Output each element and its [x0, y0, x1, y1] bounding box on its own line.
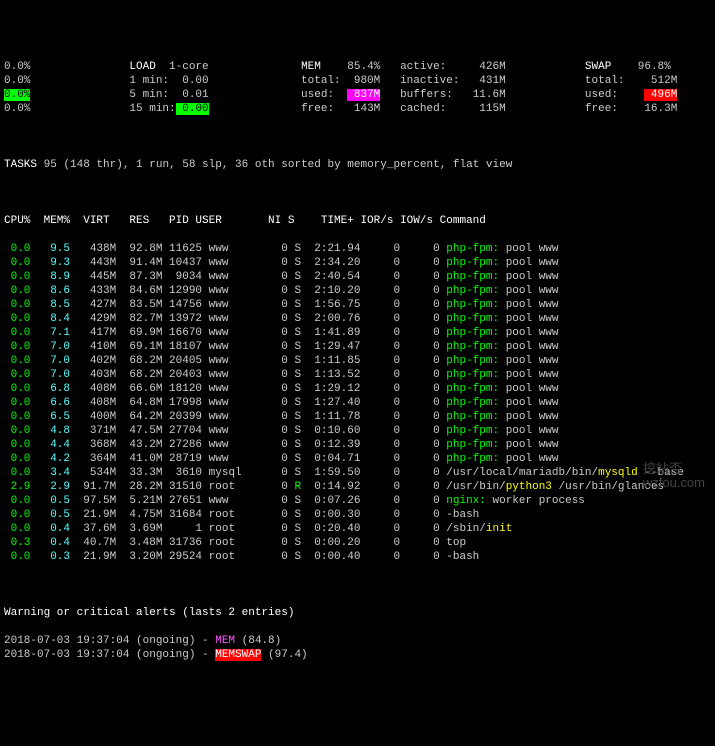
process-row[interactable]: 0.0 7.1 417M 69.9M 16670 www 0 S 1:41.89… — [4, 326, 711, 340]
process-header: CPU% MEM% VIRT RES PID USER NI S TIME+ I… — [4, 214, 711, 228]
process-row[interactable]: 0.3 0.4 40.7M 3.48M 31736 root 0 S 0:00.… — [4, 536, 711, 550]
alert-row: 2018-07-03 19:37:04 (ongoing) - MEM (84.… — [4, 634, 711, 648]
process-row[interactable]: 0.0 0.4 37.6M 3.69M 1 root 0 S 0:20.40 0… — [4, 522, 711, 536]
process-row[interactable]: 0.0 6.6 408M 64.8M 17998 www 0 S 1:27.40… — [4, 396, 711, 410]
process-row[interactable]: 2.9 2.9 91.7M 28.2M 31510 root 0 R 0:14.… — [4, 480, 711, 494]
process-row[interactable]: 0.0 6.5 400M 64.2M 20399 www 0 S 1:11.78… — [4, 410, 711, 424]
process-row[interactable]: 0.0 8.4 429M 82.7M 13972 www 0 S 2:00.76… — [4, 312, 711, 326]
process-row[interactable]: 0.0 0.3 21.9M 3.20M 29524 root 0 S 0:00.… — [4, 550, 711, 564]
alerts-block: 2018-07-03 19:37:04 (ongoing) - MEM (84.… — [4, 634, 711, 662]
process-row[interactable]: 0.0 0.5 97.5M 5.21M 27651 www 0 S 0:07.2… — [4, 494, 711, 508]
alerts-header: Warning or critical alerts (lasts 2 entr… — [4, 606, 711, 620]
process-row[interactable]: 0.0 8.5 427M 83.5M 14756 www 0 S 1:56.75… — [4, 298, 711, 312]
summary-block: 0.0% LOAD 1-core MEM 85.4% active: 426M … — [4, 60, 711, 116]
process-row[interactable]: 0.0 9.5 438M 92.8M 11625 www 0 S 2:21.94… — [4, 242, 711, 256]
tasks-text: 95 (148 thr), 1 run, 58 slp, 36 oth sort… — [44, 159, 513, 171]
tasks-label: TASKS — [4, 159, 37, 171]
process-row[interactable]: 0.0 7.0 410M 69.1M 18107 www 0 S 1:29.47… — [4, 340, 711, 354]
process-row[interactable]: 0.0 4.4 368M 43.2M 27286 www 0 S 0:12.39… — [4, 438, 711, 452]
process-row[interactable]: 0.0 0.5 21.9M 4.75M 31684 root 0 S 0:00.… — [4, 508, 711, 522]
process-row[interactable]: 0.0 8.6 433M 84.6M 12990 www 0 S 2:10.20… — [4, 284, 711, 298]
process-list: 0.0 9.5 438M 92.8M 11625 www 0 S 2:21.94… — [4, 242, 711, 564]
process-row[interactable]: 0.0 8.9 445M 87.3M 9034 www 0 S 2:40.54 … — [4, 270, 711, 284]
process-row[interactable]: 0.0 4.8 371M 47.5M 27704 www 0 S 0:10.60… — [4, 424, 711, 438]
alert-row: 2018-07-03 19:37:04 (ongoing) - MEMSWAP … — [4, 648, 711, 662]
process-row[interactable]: 0.0 7.0 403M 68.2M 20403 www 0 S 1:13.52… — [4, 368, 711, 382]
process-row[interactable]: 0.0 4.2 364M 41.0M 28719 www 0 S 0:04.71… — [4, 452, 711, 466]
process-row[interactable]: 0.0 6.8 408M 66.6M 18120 www 0 S 1:29.12… — [4, 382, 711, 396]
process-row[interactable]: 0.0 9.3 443M 91.4M 10437 www 0 S 2:34.20… — [4, 256, 711, 270]
process-row[interactable]: 0.0 3.4 534M 33.3M 3610 mysql 0 S 1:59.5… — [4, 466, 711, 480]
process-row[interactable]: 0.0 7.0 402M 68.2M 20405 www 0 S 1:11.85… — [4, 354, 711, 368]
